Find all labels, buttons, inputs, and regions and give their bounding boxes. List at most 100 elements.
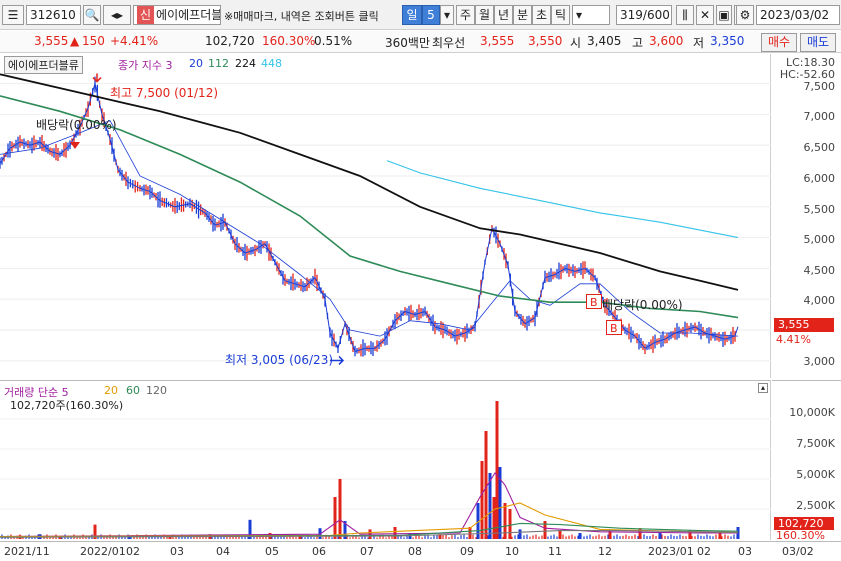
stock-name: 에이에프더블 — [156, 8, 221, 22]
x-tick: 08 — [408, 545, 422, 558]
period-number[interactable]: 5 — [422, 5, 440, 25]
volume-ratio: 160.30% — [262, 34, 316, 48]
vol-y-tick: 10,000K — [789, 406, 835, 419]
tab-week[interactable]: 주 — [456, 5, 475, 25]
tab-month[interactable]: 월 — [475, 5, 494, 25]
x-tick: 02 — [126, 545, 140, 558]
best-ask: 3,555 — [480, 34, 515, 48]
candle-icon[interactable]: ⫼ — [676, 5, 694, 25]
gear-icon[interactable]: ⚙ — [736, 5, 754, 25]
price-axis: LC:18.30 HC:-52.60 7,500 7,000 6,500 6,0… — [772, 54, 841, 378]
blank-select[interactable]: ▾ — [572, 5, 610, 25]
price-chart[interactable] — [0, 54, 771, 378]
change-percent: +4.41% — [110, 34, 159, 48]
toolbar: ☰ 312610 ▾ 🔍 ◂▸ 신에이에프더블 ※매매마크, 내역은 조회버튼 … — [0, 0, 841, 30]
x-tick: 03 — [170, 545, 184, 558]
legend-ma20: 20 — [189, 57, 203, 70]
low-price: 3,350 — [710, 34, 745, 48]
vol-y-tick: 2,500K — [796, 499, 835, 512]
open-price: 3,405 — [587, 34, 622, 48]
buy-marker-1[interactable]: B — [586, 294, 602, 309]
best-bid: 3,550 — [528, 34, 563, 48]
x-tick: 12 — [598, 545, 612, 558]
vol-ma-5 — [0, 472, 738, 538]
x-tick: 07 — [360, 545, 374, 558]
legend-ma112: 112 — [208, 57, 229, 70]
sound-icon[interactable]: ◂▸ — [103, 5, 131, 25]
legend-ma448: 448 — [261, 57, 282, 70]
high-price: 3,600 — [649, 34, 684, 48]
x-tick: 2022/01 — [80, 545, 126, 558]
volume-readout: 102,720주(160.30%) — [10, 399, 124, 412]
volume: 102,720 — [205, 34, 255, 48]
x-tick: 09 — [460, 545, 474, 558]
high-arrow-icon — [92, 73, 102, 83]
price-change: 150 — [82, 34, 105, 48]
x-tick: 03 — [738, 545, 752, 558]
high-label: 고 — [632, 36, 644, 50]
up-arrow-icon: ▲ — [70, 34, 80, 48]
x-tick: 06 — [312, 545, 326, 558]
x-tick: 2023/01 — [648, 545, 694, 558]
volume-axis: 10,000K 7,500K 5,000K 2,500K 102,720 160… — [772, 380, 841, 542]
low-annotation: 최저 3,005 (06/23) — [225, 353, 334, 367]
current-price-tag: 3,555 — [774, 318, 834, 332]
best-price-label: 최우선 — [432, 36, 466, 50]
turnover: 0.51% — [314, 34, 353, 48]
amount-label: 360백만 — [385, 36, 430, 50]
tab-year[interactable]: 년 — [494, 5, 513, 25]
save-icon[interactable]: ▣ — [716, 5, 732, 25]
x-tick: 04 — [216, 545, 230, 558]
count-field[interactable]: 319/600 — [616, 5, 672, 25]
y-tick: 5,000 — [803, 233, 836, 246]
y-tick: 6,500 — [803, 141, 836, 154]
menu-icon[interactable]: ☰ — [2, 5, 24, 25]
legend-vol-ma120: 120 — [146, 384, 167, 397]
x-tick: 10 — [505, 545, 519, 558]
volume-pane[interactable]: 거래량 단순 5 20 60 120 102,720주(160.30%) ▴ — [0, 380, 771, 540]
y-tick: 7,000 — [803, 110, 836, 123]
x-tick: 02 — [697, 545, 711, 558]
y-tick: 6,000 — [803, 172, 836, 185]
buy-button[interactable]: 매수 — [761, 33, 797, 52]
y-tick: 4,500 — [803, 264, 836, 277]
tab-minute[interactable]: 분 — [513, 5, 532, 25]
chart-name-tag[interactable]: 에이에프더블류 — [4, 56, 83, 74]
crosshair-icon[interactable]: ✕ — [696, 5, 714, 25]
y-tick: 5,500 — [803, 203, 836, 216]
x-axis: 2021/11 2022/01 02 03 04 05 06 07 08 09 … — [0, 541, 841, 561]
high-annotation: 최고 7,500 (01/12) — [110, 86, 219, 100]
stock-name-field[interactable]: 신 에이에프더블 — [133, 5, 221, 25]
open-label: 시 — [570, 36, 582, 50]
chevron-down-icon[interactable]: ▾ — [440, 5, 454, 25]
series-ma224 — [0, 73, 739, 291]
legend-vol-ma20: 20 — [104, 384, 118, 397]
legend-ma224: 224 — [235, 57, 256, 70]
low-label: 저 — [693, 36, 705, 50]
legend-close: 종가 지수 3 — [118, 59, 173, 72]
x-tick-current: 03/02 — [782, 545, 814, 558]
market-badge: 신 — [137, 6, 155, 24]
tab-tick[interactable]: 틱 — [551, 5, 570, 25]
x-tick: 11 — [548, 545, 562, 558]
pane-collapse-icon[interactable]: ▴ — [758, 383, 768, 393]
dividend-note-2: 배당락(0.00%) — [602, 298, 683, 312]
y-tick: 3,000 — [803, 355, 836, 368]
date-field[interactable]: 2023/03/02 — [756, 5, 840, 25]
buy-marker-2[interactable]: B — [606, 320, 622, 335]
current-pct-tag: 4.41% — [776, 333, 811, 346]
search-icon[interactable]: 🔍 — [83, 5, 101, 25]
sell-button[interactable]: 매도 — [800, 33, 836, 52]
vol-y-tick: 7,500K — [796, 437, 835, 450]
tab-second[interactable]: 초 — [532, 5, 551, 25]
notice-text: ※매매마크, 내역은 조회버튼 클릭 — [224, 10, 379, 23]
dividend-note-1: 배당락(0.00%) — [36, 118, 117, 132]
period-day-button[interactable]: 일 — [402, 5, 422, 25]
y-tick: 7,500 — [803, 80, 836, 93]
series-ma448 — [386, 160, 739, 239]
x-tick: 2021/11 — [4, 545, 50, 558]
price-pane[interactable]: 에이에프더블류 종가 지수 3 20 112 224 448 최고 7,500 … — [0, 54, 771, 378]
x-tick: 05 — [265, 545, 279, 558]
stock-code-input[interactable]: 312610 ▾ — [26, 5, 81, 25]
current-price: 3,555 — [34, 34, 69, 48]
